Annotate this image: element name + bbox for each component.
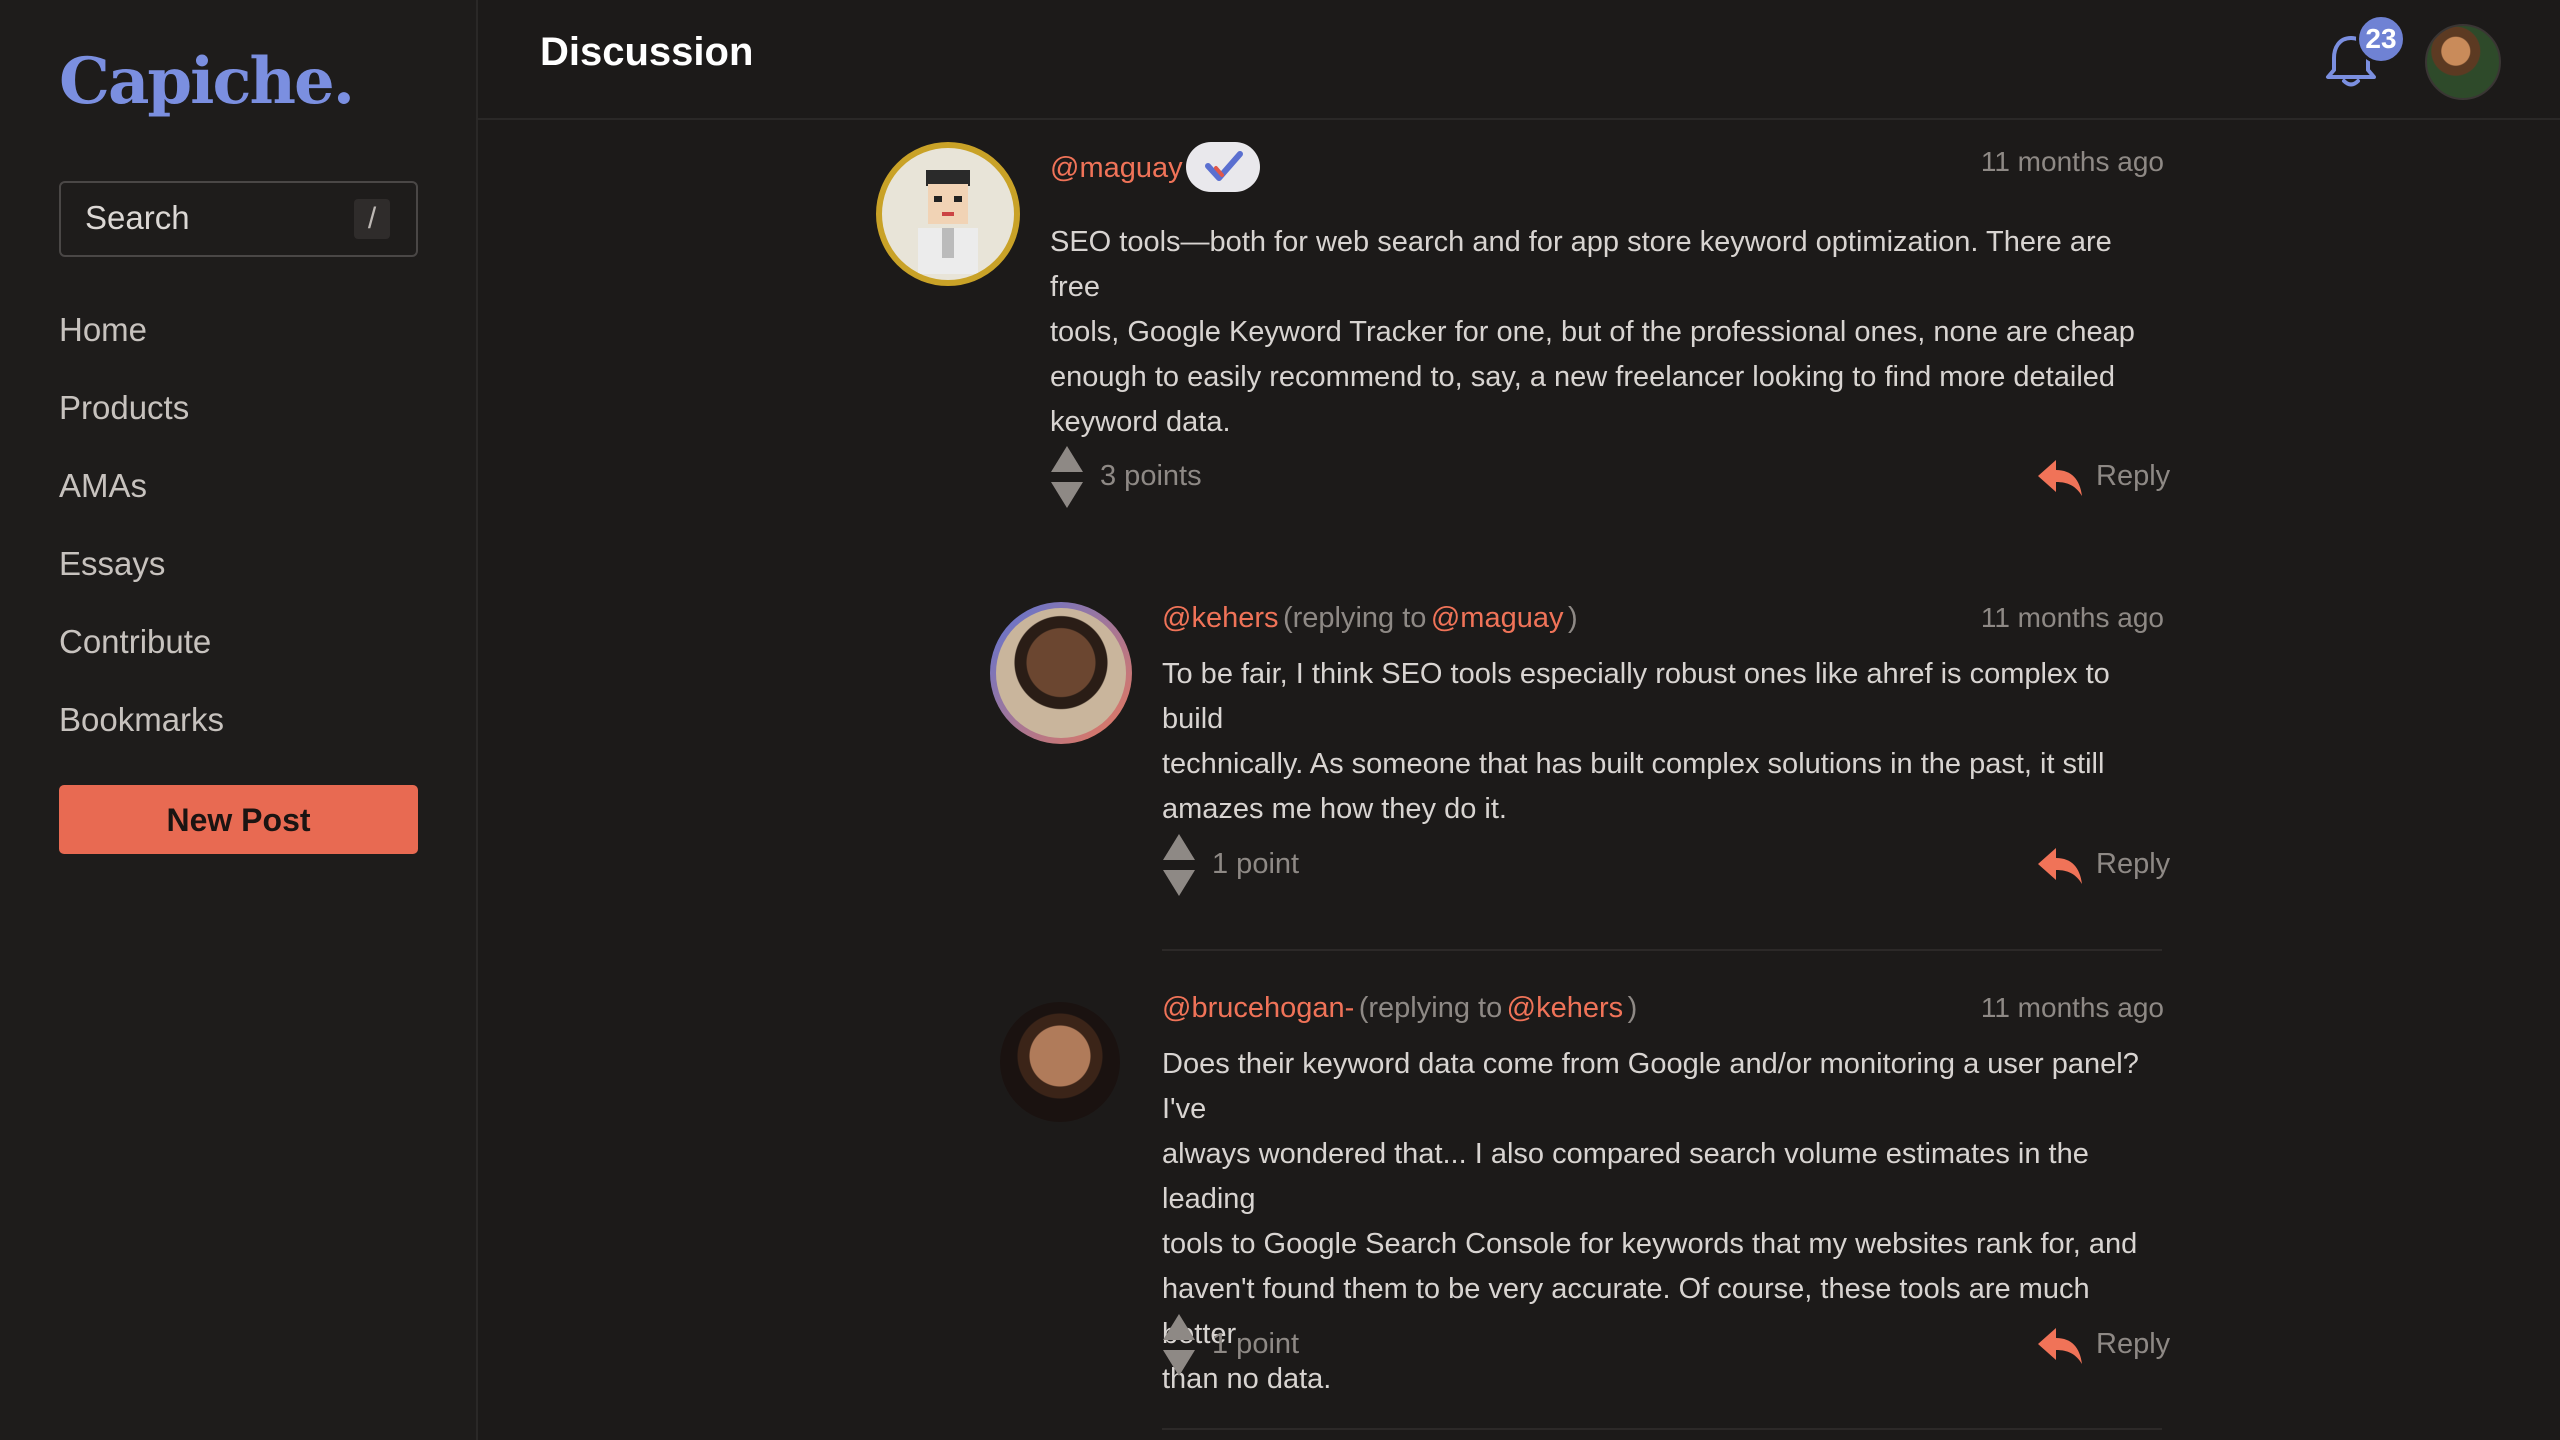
- comment-line: enough to easily recommend to, say, a ne…: [1050, 361, 2116, 393]
- upvote-icon: [1051, 446, 1083, 472]
- points-count: 1 point: [1212, 848, 1300, 880]
- verified-check-icon: [1186, 142, 1260, 192]
- search-input[interactable]: Search /: [59, 181, 418, 257]
- comment-line: technically. As someone that has built c…: [1162, 748, 2105, 780]
- reply-icon: [2038, 848, 2082, 884]
- header: Discussion 23: [478, 0, 2560, 120]
- upvote-icon: [1163, 834, 1195, 860]
- comment-meta: @kehers (replying to @maguay ): [1162, 602, 1578, 635]
- replying-prefix: (replying to: [1282, 602, 1427, 634]
- comment-timestamp: 11 months ago: [1980, 992, 2164, 1023]
- reply-icon: [2038, 460, 2082, 496]
- username[interactable]: @kehers: [1162, 602, 1278, 634]
- sidebar-item-essays[interactable]: Essays: [59, 534, 224, 612]
- reply-icon: [2038, 1328, 2082, 1364]
- points-count: 3 points: [1100, 460, 1202, 492]
- sidebar-nav: Home Products AMAs Essays Contribute Boo…: [59, 300, 224, 768]
- avatar[interactable]: [990, 602, 1132, 744]
- user-avatar[interactable]: [2425, 24, 2501, 100]
- comment-body: Does their keyword data come from Google…: [1162, 1042, 2162, 1402]
- downvote-icon: [1163, 870, 1195, 896]
- sidebar: Capiche. Search / Home Products AMAs Ess…: [0, 0, 478, 1440]
- comment-meta: @maguay: [1050, 152, 1183, 185]
- replying-to-username[interactable]: @kehers: [1507, 992, 1623, 1024]
- comment-meta: @brucehogan- (replying to @kehers ): [1162, 992, 1637, 1025]
- username[interactable]: @maguay: [1050, 152, 1183, 184]
- reply-button[interactable]: Reply: [2036, 460, 2170, 500]
- comment-line: haven't found them to be very accurate. …: [1162, 1273, 2090, 1350]
- vote-control: [1162, 832, 1196, 898]
- reply-label: Reply: [2096, 460, 2171, 492]
- divider: [1162, 949, 2162, 951]
- comment: @brucehogan- (replying to @kehers ) 11 m…: [988, 990, 2170, 1430]
- comment: @maguay 11 months ago SEO tools—both for…: [876, 140, 2170, 520]
- upvote-icon: [1163, 1314, 1195, 1340]
- reply-button[interactable]: Reply: [2036, 848, 2170, 888]
- comment-timestamp: 11 months ago: [1980, 602, 2164, 633]
- comment-line: always wondered that... I also compared …: [1162, 1138, 2089, 1215]
- reply-label: Reply: [2096, 848, 2171, 880]
- sidebar-item-bookmarks[interactable]: Bookmarks: [59, 690, 224, 768]
- reply-label: Reply: [2096, 1328, 2171, 1360]
- notification-badge: 23: [2356, 14, 2406, 64]
- replying-suffix: ): [1567, 602, 1578, 634]
- replying-prefix: (replying to: [1358, 992, 1503, 1024]
- reply-button[interactable]: Reply: [2036, 1328, 2170, 1368]
- page-title: Discussion: [540, 30, 754, 74]
- comment-body: SEO tools—both for web search and for ap…: [1050, 220, 2160, 445]
- avatar[interactable]: [876, 142, 1020, 286]
- comment-line: tools, Google Keyword Tracker for one, b…: [1050, 316, 2135, 348]
- capiche-logo[interactable]: Capiche.: [59, 44, 355, 119]
- comment-line: To be fair, I think SEO tools especially…: [1162, 658, 2110, 735]
- vote-control: [1162, 1312, 1196, 1378]
- search-shortcut-key: /: [354, 199, 390, 239]
- sidebar-item-amas[interactable]: AMAs: [59, 456, 224, 534]
- comment-line: Does their keyword data come from Google…: [1162, 1048, 2139, 1125]
- sidebar-item-products[interactable]: Products: [59, 378, 224, 456]
- sidebar-item-home[interactable]: Home: [59, 300, 224, 378]
- comment-line: keyword data.: [1050, 406, 1231, 438]
- downvote-icon: [1163, 1350, 1195, 1376]
- search-label: Search: [85, 199, 190, 236]
- avatar[interactable]: [1000, 1002, 1120, 1122]
- downvote-icon: [1051, 482, 1083, 508]
- comment-body: To be fair, I think SEO tools especially…: [1162, 652, 2162, 832]
- new-post-button[interactable]: New Post: [59, 785, 418, 854]
- comment-line: than no data.: [1162, 1363, 1332, 1395]
- points-count: 1 point: [1212, 1328, 1300, 1360]
- comment: @kehers (replying to @maguay ) 11 months…: [988, 600, 2170, 960]
- divider: [1162, 1428, 2162, 1430]
- comment-line: amazes me how they do it.: [1162, 793, 1507, 825]
- vote-control: [1050, 444, 1084, 510]
- username[interactable]: @brucehogan-: [1162, 992, 1354, 1024]
- replying-suffix: ): [1627, 992, 1638, 1024]
- replying-to-username[interactable]: @maguay: [1431, 602, 1564, 634]
- sidebar-item-contribute[interactable]: Contribute: [59, 612, 224, 690]
- comment-timestamp: 11 months ago: [1980, 146, 2164, 177]
- comment-line: tools to Google Search Console for keywo…: [1162, 1228, 2138, 1260]
- comment-line: SEO tools—both for web search and for ap…: [1050, 226, 2112, 303]
